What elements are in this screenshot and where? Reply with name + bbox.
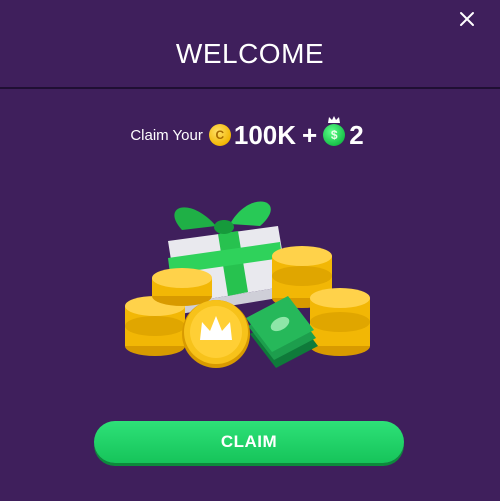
close-icon[interactable] (456, 8, 478, 30)
offer-line: Claim Your C 100K + $ 2 (0, 116, 500, 152)
cash-icon: $ (323, 116, 346, 146)
coin-amount: 100K (233, 119, 297, 150)
offer-prefix: Claim Your (130, 126, 203, 144)
offer-separator: + (302, 119, 318, 150)
coin-icon: C (208, 124, 231, 146)
welcome-modal: WELCOME Claim Your C 100K + $ 2 CLAIM (0, 0, 500, 501)
crown-coin-icon (182, 300, 250, 368)
coin-symbol: C (215, 128, 225, 142)
crown-icon (328, 116, 341, 123)
cash-symbol: $ (330, 128, 338, 142)
modal-header: WELCOME (0, 0, 500, 89)
claim-button[interactable]: CLAIM (94, 421, 404, 463)
cash-amount: 2 (349, 119, 364, 150)
modal-title: WELCOME (175, 38, 325, 69)
gift-and-coins-illustration (120, 186, 380, 386)
